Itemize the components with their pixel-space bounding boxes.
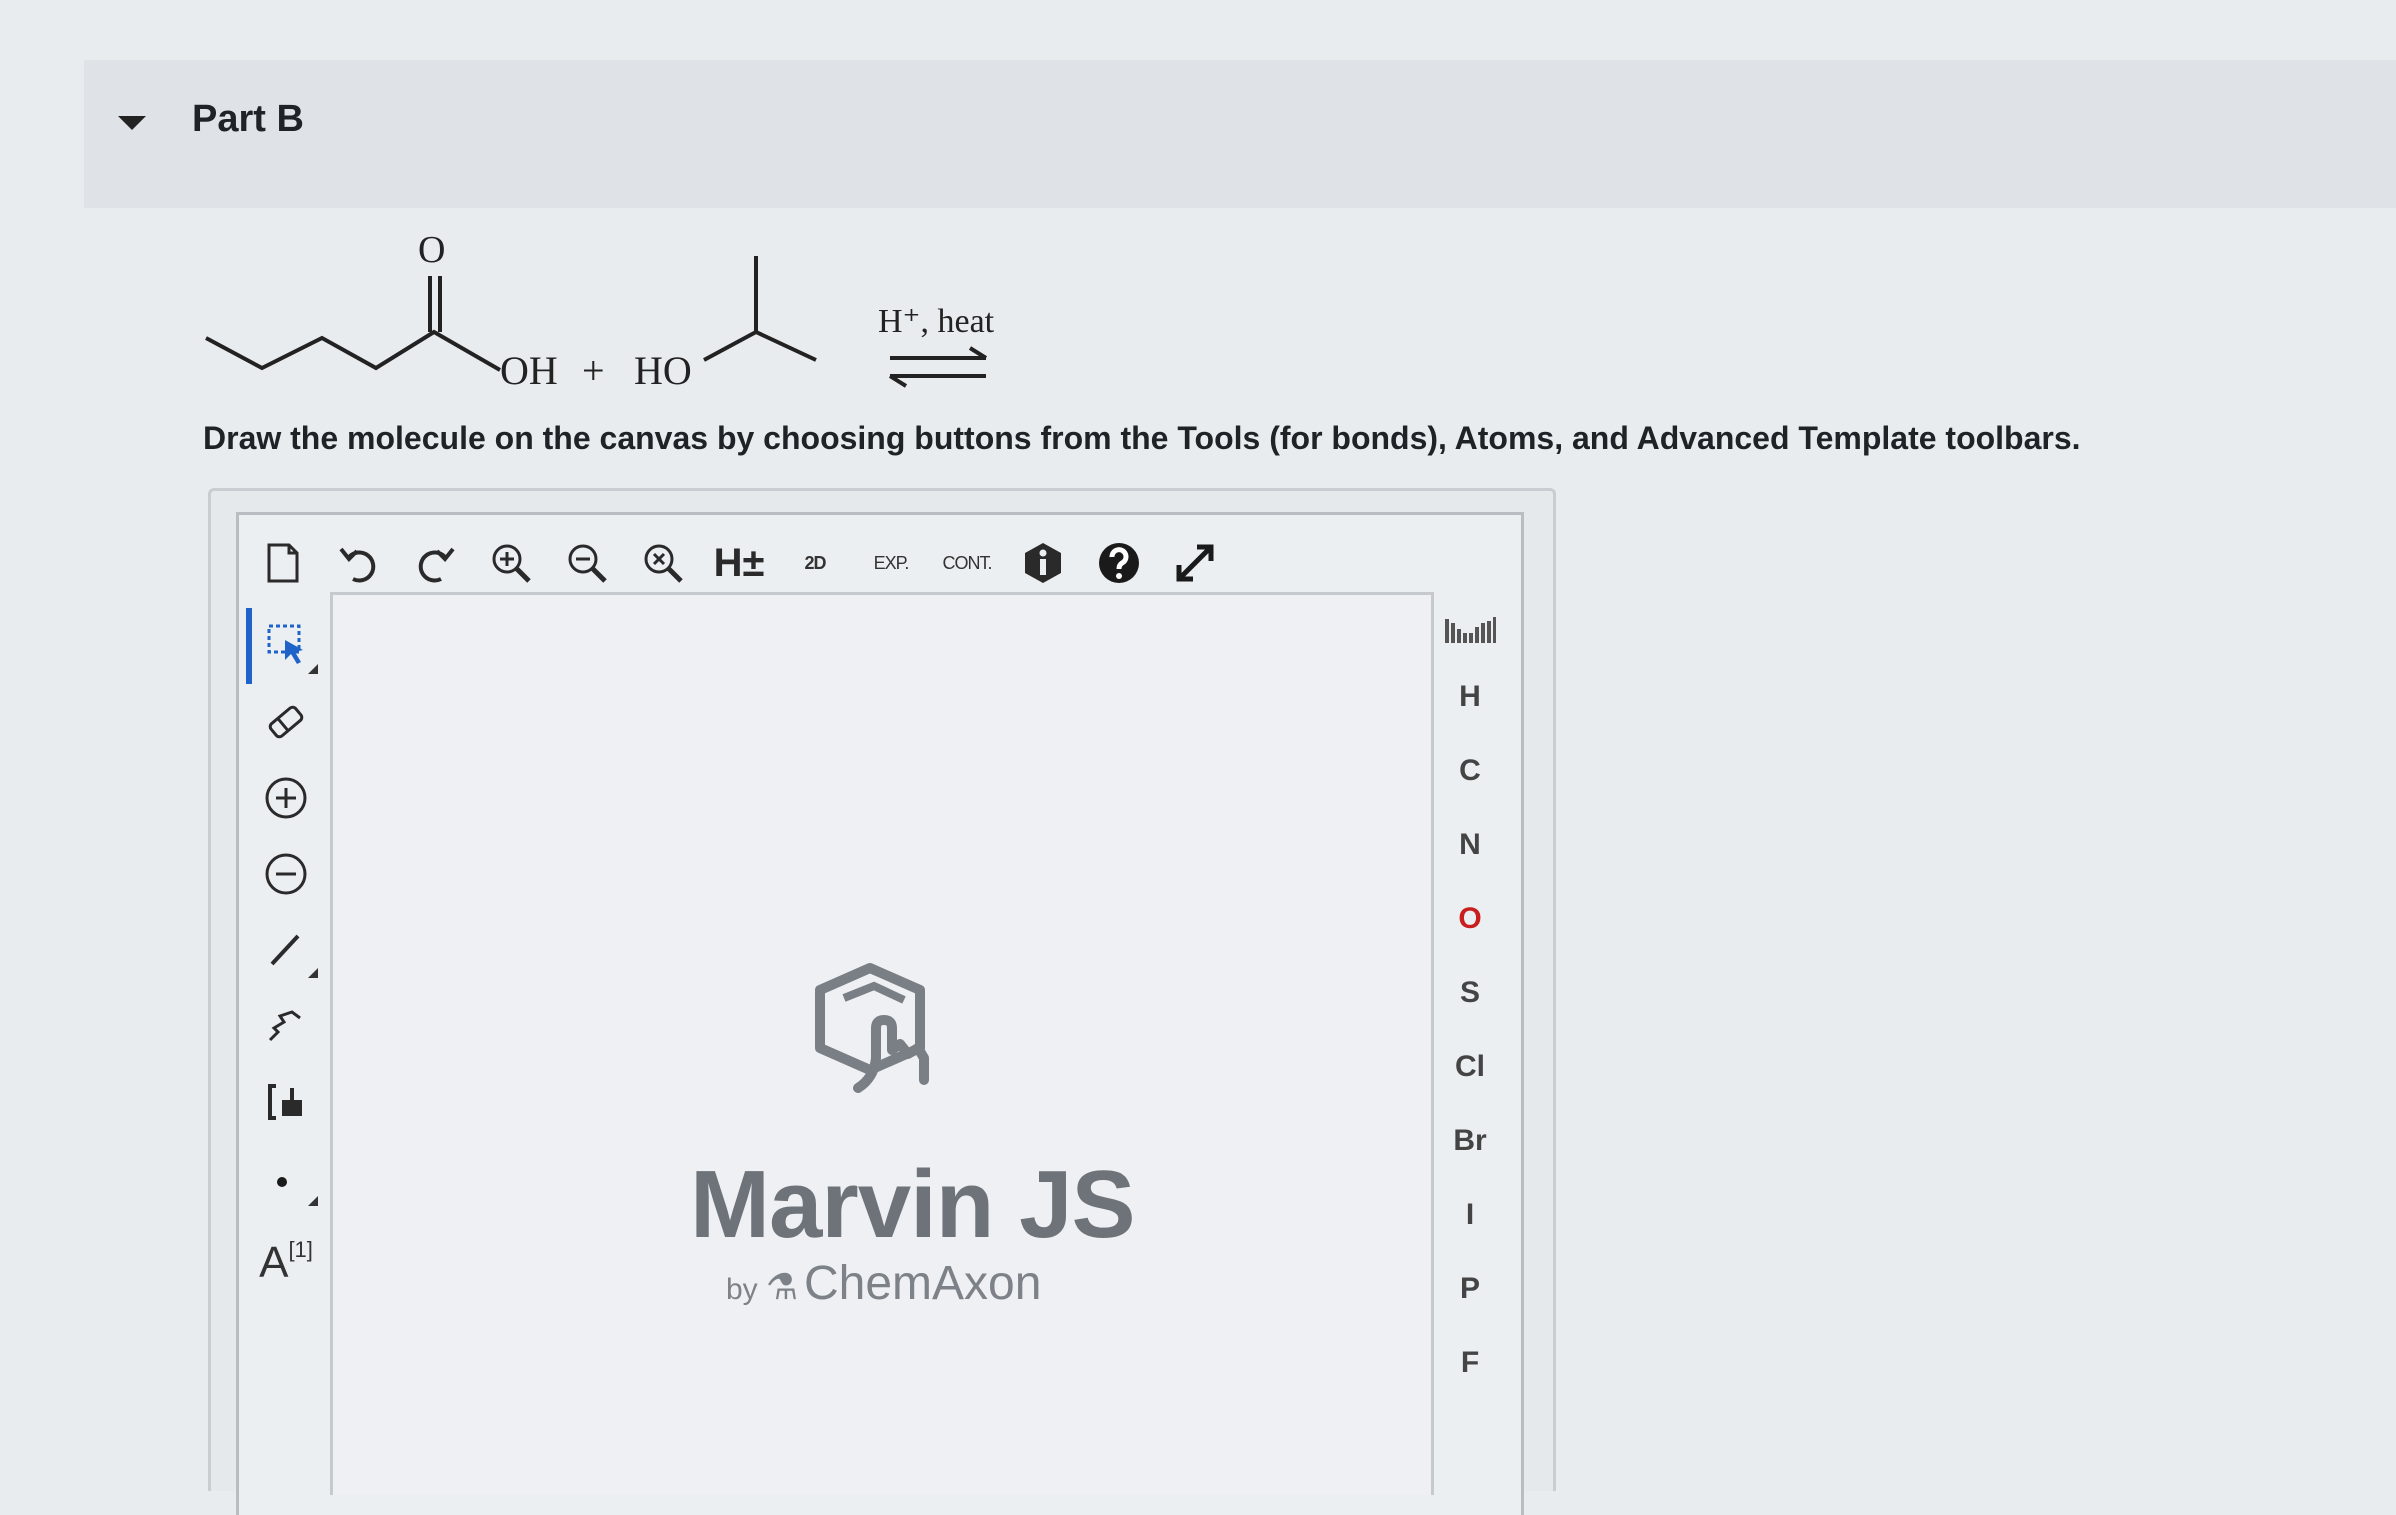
atoms-toolbar: H C N O S Cl Br I P F — [1430, 600, 1510, 1400]
redo-icon[interactable] — [402, 532, 468, 594]
hydroxyl-label: OH — [500, 348, 558, 393]
atom-c-button[interactable]: C — [1430, 734, 1510, 808]
plus-sign: + — [582, 348, 605, 393]
reaction-conditions: H⁺, heat — [878, 303, 995, 340]
chain-icon[interactable] — [246, 988, 326, 1064]
charge-minus-icon[interactable] — [246, 836, 326, 912]
part-title: Part B — [192, 98, 304, 140]
atom-map-label: A — [259, 1238, 289, 1287]
by-label: by — [726, 1273, 758, 1306]
atom-i-button[interactable]: I — [1430, 1178, 1510, 1252]
chemaxon-credit: by ⚗ ChemAxon — [726, 1256, 1041, 1311]
atom-map-button[interactable]: A [1] — [246, 1216, 326, 1292]
atom-o-button[interactable]: O — [1430, 882, 1510, 956]
clean-2d-label: 2D — [804, 552, 826, 573]
chemaxon-brand: ChemAxon — [803, 1257, 1042, 1310]
bond-submenu-icon — [308, 968, 318, 978]
contract-group-label: CONT. — [942, 552, 993, 573]
clean-2d-button[interactable]: 2D — [782, 532, 848, 594]
atom-s-button[interactable]: S — [1430, 956, 1510, 1030]
chemaxon-flask-icon: ⚗ — [765, 1266, 798, 1307]
eraser-icon[interactable] — [246, 684, 326, 760]
part-b-header[interactable] — [84, 60, 2396, 208]
carbonyl-oxygen-label: O — [418, 229, 445, 271]
atom-f-button[interactable]: F — [1430, 1326, 1510, 1400]
contract-group-button[interactable]: CONT. — [934, 532, 1000, 594]
top-toolbar: H± 2D EXP. CONT. — [250, 528, 1238, 598]
atom-map-sup: [1] — [288, 1237, 313, 1262]
fullscreen-icon[interactable] — [1162, 532, 1228, 594]
tools-toolbar: A [1] — [246, 608, 326, 1292]
select-tool-icon[interactable] — [246, 608, 326, 684]
zoom-reset-icon[interactable] — [630, 532, 696, 594]
hydrogen-toggle-button[interactable]: H± — [706, 532, 772, 594]
atom-p-button[interactable]: P — [1430, 1252, 1510, 1326]
single-bond-icon[interactable] — [246, 912, 326, 988]
collapse-caret-icon[interactable] — [118, 116, 146, 130]
atom-br-button[interactable]: Br — [1430, 1104, 1510, 1178]
instructions-text: Draw the molecule on the canvas by choos… — [203, 420, 2081, 456]
marvin-js-title: Marvin JS — [690, 1151, 1136, 1258]
expand-group-label: EXP. — [873, 552, 910, 573]
periodic-table-icon[interactable] — [1430, 600, 1510, 660]
new-document-icon[interactable] — [250, 532, 316, 594]
zoom-out-icon[interactable] — [554, 532, 620, 594]
marvin-logo-icon — [815, 963, 929, 1093]
select-tool-submenu-icon — [308, 664, 318, 674]
info-icon[interactable] — [1010, 532, 1076, 594]
bracket-icon[interactable] — [246, 1064, 326, 1140]
radical-submenu-icon — [308, 1196, 318, 1206]
reaction-scheme: O OH + HO H⁺, heat — [205, 229, 995, 393]
hydrogen-toggle-label: H± — [713, 540, 765, 585]
atom-cl-button[interactable]: Cl — [1430, 1030, 1510, 1104]
charge-plus-icon[interactable] — [246, 760, 326, 836]
atom-n-button[interactable]: N — [1430, 808, 1510, 882]
radical-icon[interactable] — [246, 1140, 326, 1216]
help-icon[interactable] — [1086, 532, 1152, 594]
zoom-in-icon[interactable] — [478, 532, 544, 594]
atom-h-button[interactable]: H — [1430, 660, 1510, 734]
alcohol-ho-label: HO — [634, 348, 692, 393]
undo-icon[interactable] — [326, 532, 392, 594]
expand-group-button[interactable]: EXP. — [858, 532, 924, 594]
